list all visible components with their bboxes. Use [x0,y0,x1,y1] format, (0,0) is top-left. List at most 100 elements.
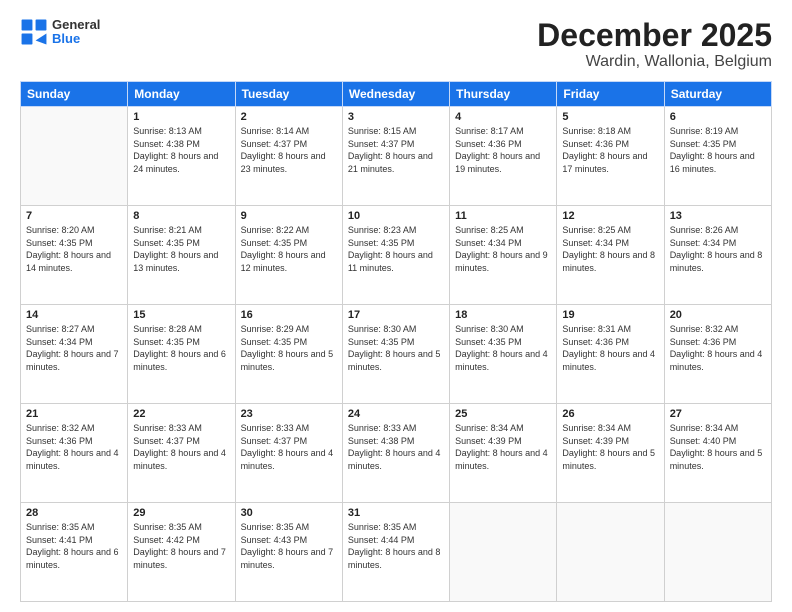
calendar-cell: 4 Sunrise: 8:17 AMSunset: 4:36 PMDaylight… [450,107,557,206]
day-number: 1 [133,111,229,123]
day-number: 29 [133,507,229,519]
page-title: December 2025 [537,18,772,53]
logo: General Blue [20,18,100,47]
calendar-cell: 23 Sunrise: 8:33 AMSunset: 4:37 PMDayligh… [235,404,342,503]
cell-info: Sunrise: 8:33 AMSunset: 4:37 PMDaylight:… [241,422,337,472]
col-thursday: Thursday [450,82,557,107]
col-sunday: Sunday [21,82,128,107]
col-friday: Friday [557,82,664,107]
cell-info: Sunrise: 8:35 AMSunset: 4:42 PMDaylight:… [133,521,229,571]
calendar-cell: 13Sunrise: 8:26 AMSunset: 4:34 PMDayligh… [664,206,771,305]
cell-info: Sunrise: 8:29 AMSunset: 4:35 PMDaylight:… [241,323,337,373]
cell-info: Sunrise: 8:35 AMSunset: 4:44 PMDaylight:… [348,521,444,571]
calendar-cell: 6Sunrise: 8:19 AMSunset: 4:35 PMDaylight… [664,107,771,206]
cell-info: Sunrise: 8:32 AMSunset: 4:36 PMDaylight:… [26,422,122,472]
cell-info: Sunrise: 8:23 AMSunset: 4:35 PMDaylight:… [348,224,444,274]
cell-info: Sunrise: 8:34 AMSunset: 4:39 PMDaylight:… [455,422,551,472]
header: General Blue December 2025 Wardin, Wallo… [20,18,772,71]
day-number: 28 [26,507,122,519]
day-number: 4 [455,111,551,123]
day-number: 18 [455,309,551,321]
day-number: 2 [241,111,337,123]
cell-info: Sunrise: 8:17 AMSunset: 4:36 PMDaylight:… [455,125,551,175]
cell-info: Sunrise: 8:34 AMSunset: 4:39 PMDaylight:… [562,422,658,472]
calendar-cell: 22 Sunrise: 8:33 AMSunset: 4:37 PMDayligh… [128,404,235,503]
cell-info: Sunrise: 8:13 AMSunset: 4:38 PMDaylight:… [133,125,229,175]
day-number: 7 [26,210,122,222]
calendar-week-4: 28 Sunrise: 8:35 AMSunset: 4:41 PMDayligh… [21,503,772,602]
calendar-cell: 30 Sunrise: 8:35 AMSunset: 4:43 PMDayligh… [235,503,342,602]
cell-info: Sunrise: 8:27 AMSunset: 4:34 PMDaylight:… [26,323,122,373]
cell-info: Sunrise: 8:20 AMSunset: 4:35 PMDaylight:… [26,224,122,274]
day-number: 24 [348,408,444,420]
day-number: 3 [348,111,444,123]
day-number: 30 [241,507,337,519]
day-number: 31 [348,507,444,519]
col-wednesday: Wednesday [342,82,449,107]
day-number: 16 [241,309,337,321]
day-number: 19 [562,309,658,321]
cell-info: Sunrise: 8:35 AMSunset: 4:41 PMDaylight:… [26,521,122,571]
calendar-cell: 26 Sunrise: 8:34 AMSunset: 4:39 PMDayligh… [557,404,664,503]
cell-info: Sunrise: 8:14 AMSunset: 4:37 PMDaylight:… [241,125,337,175]
cell-info: Sunrise: 8:21 AMSunset: 4:35 PMDaylight:… [133,224,229,274]
day-number: 27 [670,408,766,420]
calendar-cell: 27 Sunrise: 8:34 AMSunset: 4:40 PMDayligh… [664,404,771,503]
calendar-week-1: 7 Sunrise: 8:20 AMSunset: 4:35 PMDaylight… [21,206,772,305]
title-block: December 2025 Wardin, Wallonia, Belgium [537,18,772,71]
logo-blue: Blue [52,32,100,46]
cell-info: Sunrise: 8:33 AMSunset: 4:37 PMDaylight:… [133,422,229,472]
cell-info: Sunrise: 8:34 AMSunset: 4:40 PMDaylight:… [670,422,766,472]
day-number: 9 [241,210,337,222]
calendar-cell: 17Sunrise: 8:30 AMSunset: 4:35 PMDayligh… [342,305,449,404]
calendar-table: Sunday Monday Tuesday Wednesday Thursday… [20,81,772,602]
calendar-cell [21,107,128,206]
col-monday: Monday [128,82,235,107]
logo-icon [20,18,48,46]
cell-info: Sunrise: 8:31 AMSunset: 4:36 PMDaylight:… [562,323,658,373]
calendar-cell: 12Sunrise: 8:25 AMSunset: 4:34 PMDayligh… [557,206,664,305]
day-number: 20 [670,309,766,321]
day-number: 26 [562,408,658,420]
day-number: 17 [348,309,444,321]
cell-info: Sunrise: 8:19 AMSunset: 4:35 PMDaylight:… [670,125,766,175]
page-subtitle: Wardin, Wallonia, Belgium [537,53,772,71]
cell-info: Sunrise: 8:32 AMSunset: 4:36 PMDaylight:… [670,323,766,373]
day-number: 5 [562,111,658,123]
calendar-week-0: 1 Sunrise: 8:13 AMSunset: 4:38 PMDaylight… [21,107,772,206]
day-number: 14 [26,309,122,321]
day-number: 8 [133,210,229,222]
calendar-cell: 28 Sunrise: 8:35 AMSunset: 4:41 PMDayligh… [21,503,128,602]
logo-text: General Blue [52,18,100,47]
calendar-cell: 7 Sunrise: 8:20 AMSunset: 4:35 PMDaylight… [21,206,128,305]
day-number: 22 [133,408,229,420]
day-number: 10 [348,210,444,222]
calendar-cell: 1 Sunrise: 8:13 AMSunset: 4:38 PMDaylight… [128,107,235,206]
cell-info: Sunrise: 8:22 AMSunset: 4:35 PMDaylight:… [241,224,337,274]
cell-info: Sunrise: 8:30 AMSunset: 4:35 PMDaylight:… [455,323,551,373]
calendar-cell: 25 Sunrise: 8:34 AMSunset: 4:39 PMDayligh… [450,404,557,503]
cell-info: Sunrise: 8:35 AMSunset: 4:43 PMDaylight:… [241,521,337,571]
calendar-cell [557,503,664,602]
day-number: 21 [26,408,122,420]
calendar-cell: 31 Sunrise: 8:35 AMSunset: 4:44 PMDayligh… [342,503,449,602]
cell-info: Sunrise: 8:26 AMSunset: 4:34 PMDaylight:… [670,224,766,274]
cell-info: Sunrise: 8:25 AMSunset: 4:34 PMDaylight:… [562,224,658,274]
cell-info: Sunrise: 8:33 AMSunset: 4:38 PMDaylight:… [348,422,444,472]
col-tuesday: Tuesday [235,82,342,107]
calendar-week-3: 21 Sunrise: 8:32 AMSunset: 4:36 PMDayligh… [21,404,772,503]
day-number: 11 [455,210,551,222]
calendar-cell: 20 Sunrise: 8:32 AMSunset: 4:36 PMDayligh… [664,305,771,404]
calendar-cell: 9 Sunrise: 8:22 AMSunset: 4:35 PMDaylight… [235,206,342,305]
logo-general: General [52,18,100,32]
calendar-cell: 5Sunrise: 8:18 AMSunset: 4:36 PMDaylight… [557,107,664,206]
calendar-cell: 10 Sunrise: 8:23 AMSunset: 4:35 PMDayligh… [342,206,449,305]
calendar-cell: 2 Sunrise: 8:14 AMSunset: 4:37 PMDaylight… [235,107,342,206]
day-number: 25 [455,408,551,420]
page: General Blue December 2025 Wardin, Wallo… [0,0,792,612]
calendar-cell: 19 Sunrise: 8:31 AMSunset: 4:36 PMDayligh… [557,305,664,404]
calendar-cell: 3Sunrise: 8:15 AMSunset: 4:37 PMDaylight… [342,107,449,206]
calendar-cell: 11Sunrise: 8:25 AMSunset: 4:34 PMDayligh… [450,206,557,305]
day-number: 23 [241,408,337,420]
calendar-cell: 29 Sunrise: 8:35 AMSunset: 4:42 PMDayligh… [128,503,235,602]
